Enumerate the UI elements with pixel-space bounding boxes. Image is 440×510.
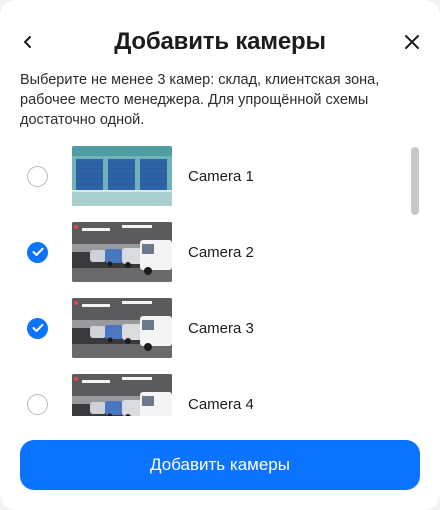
dialog-title: Добавить камеры [114, 28, 326, 55]
parking-garage-image [72, 374, 172, 416]
add-cameras-button[interactable]: Добавить камеры [20, 440, 420, 490]
camera-3-thumbnail [72, 298, 172, 358]
camera-4-label: Camera 4 [188, 395, 254, 413]
camera-row-1[interactable]: Camera 1 [0, 146, 400, 206]
parking-garage-image [72, 222, 172, 282]
dialog-header: Добавить камеры [0, 20, 440, 64]
camera-row-3[interactable]: Camera 3 [0, 298, 400, 358]
camera-1-thumbnail [72, 146, 172, 206]
instructions-text: Выберите не менее 3 камер: склад, клиент… [20, 72, 380, 128]
add-cameras-dialog: Добавить камеры Выберите не менее 3 каме… [0, 0, 440, 510]
camera-row-4[interactable]: Camera 4 [0, 374, 400, 416]
camera-row-2[interactable]: Camera 2 [0, 222, 400, 282]
checkmark-icon [32, 247, 43, 256]
chevron-left-icon [24, 36, 31, 48]
camera-3-radio[interactable] [27, 317, 48, 339]
warehouse-doors-image [72, 146, 172, 206]
camera-4-radio[interactable] [27, 393, 48, 415]
camera-2-label: Camera 2 [188, 243, 254, 261]
camera-1-label: Camera 1 [188, 167, 254, 185]
back-button[interactable] [14, 28, 42, 56]
camera-2-radio[interactable] [27, 241, 48, 263]
close-icon [405, 35, 419, 49]
parking-garage-image [72, 298, 172, 358]
camera-1-radio[interactable] [27, 165, 48, 187]
list-scrollbar[interactable] [411, 147, 419, 215]
camera-4-thumbnail [72, 374, 172, 416]
camera-2-thumbnail [72, 222, 172, 282]
checkmark-icon [32, 323, 43, 332]
camera-list[interactable]: Camera 1 Camera 2 Camera 3 Camera 4 [0, 140, 440, 416]
close-button[interactable] [398, 28, 426, 56]
camera-3-label: Camera 3 [188, 319, 254, 337]
